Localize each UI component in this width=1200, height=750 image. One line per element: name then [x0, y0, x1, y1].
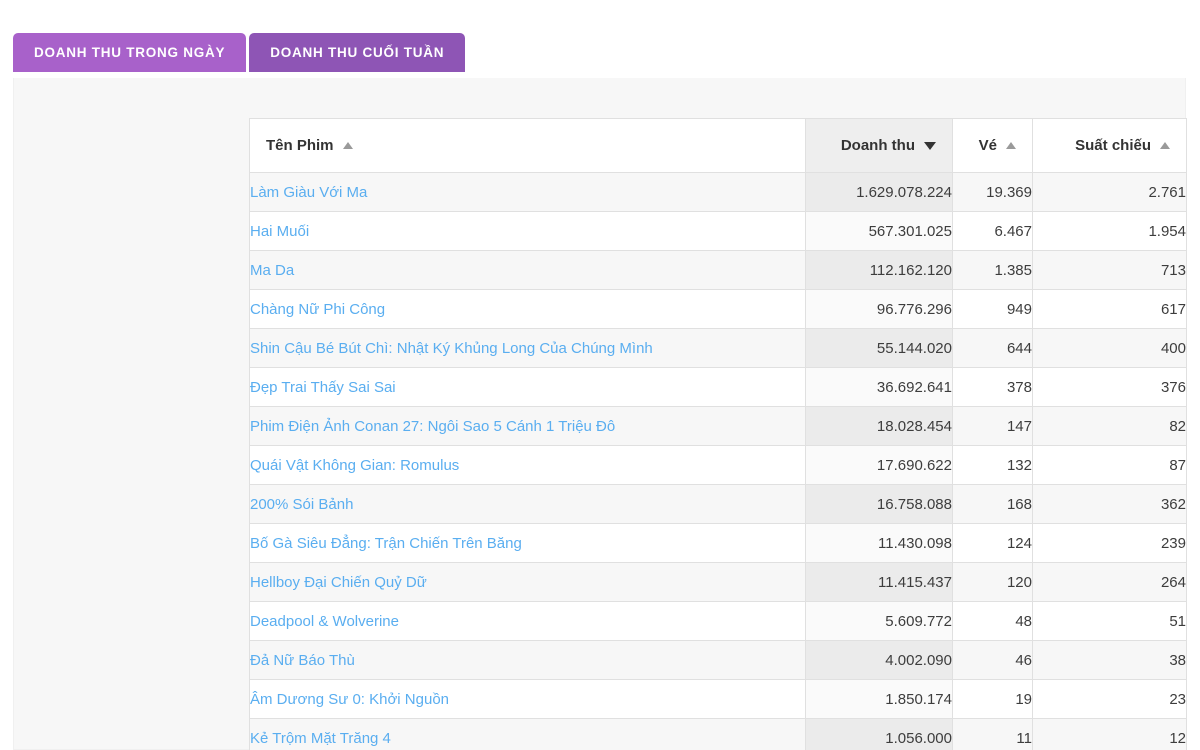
- cell-shows: 2.761: [1032, 172, 1187, 212]
- cell-shows: 51: [1032, 601, 1187, 641]
- cell-shows: 38: [1032, 640, 1187, 680]
- tab-1[interactable]: DOANH THU CUỐI TUẦN: [249, 33, 466, 72]
- revenue-table: Tên Phim Doanh thu Vé Suất chiếu Làm Giàu V…: [249, 118, 1187, 750]
- cell-tickets: 124: [952, 523, 1033, 563]
- cell-movie-name[interactable]: Đả Nữ Báo Thù: [249, 640, 806, 680]
- column-header-label: Doanh thu: [840, 137, 915, 154]
- cell-tickets: 19: [952, 679, 1033, 719]
- cell-movie-name[interactable]: Shin Cậu Bé Bút Chì: Nhật Ký Khủng Long …: [249, 328, 806, 368]
- cell-tickets: 132: [952, 445, 1033, 485]
- column-header-2[interactable]: Vé: [952, 118, 1033, 173]
- cell-movie-name[interactable]: Đẹp Trai Thấy Sai Sai: [249, 367, 806, 407]
- cell-revenue: 567.301.025: [805, 211, 953, 251]
- cell-movie-name[interactable]: Bố Gà Siêu Đẳng: Trận Chiến Trên Băng: [249, 523, 806, 563]
- table-body: Làm Giàu Với Ma 1.629.078.224 19.369 2.761 H…: [249, 172, 1187, 750]
- cell-movie-name[interactable]: Hai Muối: [249, 211, 806, 251]
- table-row[interactable]: Ma Da 112.162.120 1.385 713: [249, 250, 1187, 290]
- table-row[interactable]: Đả Nữ Báo Thù 4.002.090 46 38: [249, 640, 1187, 680]
- cell-revenue: 18.028.454: [805, 406, 953, 446]
- cell-revenue: 16.758.088: [805, 484, 953, 524]
- table-row[interactable]: Âm Dương Sư 0: Khởi Nguồn 1.850.174 19 23: [249, 679, 1187, 719]
- table-header-row: Tên Phim Doanh thu Vé Suất chiếu: [249, 118, 1187, 173]
- cell-movie-name[interactable]: Quái Vật Không Gian: Romulus: [249, 445, 806, 485]
- cell-movie-name[interactable]: Hellboy Đại Chiến Quỷ Dữ: [249, 562, 806, 602]
- cell-shows: 400: [1032, 328, 1187, 368]
- cell-tickets: 120: [952, 562, 1033, 602]
- cell-revenue: 1.629.078.224: [805, 172, 953, 212]
- table-row[interactable]: Làm Giàu Với Ma 1.629.078.224 19.369 2.761: [249, 172, 1187, 212]
- cell-tickets: 11: [952, 718, 1033, 750]
- cell-shows: 239: [1032, 523, 1187, 563]
- cell-tickets: 644: [952, 328, 1033, 368]
- cell-shows: 713: [1032, 250, 1187, 290]
- cell-movie-name[interactable]: Phim Điện Ảnh Conan 27: Ngôi Sao 5 Cánh …: [249, 406, 806, 446]
- cell-revenue: 4.002.090: [805, 640, 953, 680]
- sort-desc-icon[interactable]: [924, 141, 936, 150]
- cell-revenue: 11.415.437: [805, 562, 953, 602]
- table-row[interactable]: Đẹp Trai Thấy Sai Sai 36.692.641 378 376: [249, 367, 1187, 407]
- table-header: Tên Phim Doanh thu Vé Suất chiếu: [249, 118, 1187, 173]
- cell-revenue: 55.144.020: [805, 328, 953, 368]
- cell-tickets: 168: [952, 484, 1033, 524]
- cell-shows: 23: [1032, 679, 1187, 719]
- cell-shows: 362: [1032, 484, 1187, 524]
- cell-movie-name[interactable]: Deadpool & Wolverine: [249, 601, 806, 641]
- cell-revenue: 17.690.622: [805, 445, 953, 485]
- table-row[interactable]: Bố Gà Siêu Đẳng: Trận Chiến Trên Băng 11.…: [249, 523, 1187, 563]
- tab-bar: DOANH THU TRONG NGÀY DOANH THU CUỐI TUẦN: [13, 33, 466, 72]
- cell-tickets: 1.385: [952, 250, 1033, 290]
- cell-revenue: 11.430.098: [805, 523, 953, 563]
- cell-revenue: 96.776.296: [805, 289, 953, 329]
- column-header-label: Suất chiếu: [1075, 137, 1151, 154]
- cell-movie-name[interactable]: Ma Da: [249, 250, 806, 290]
- column-header-0[interactable]: Tên Phim: [249, 118, 806, 173]
- cell-shows: 1.954: [1032, 211, 1187, 251]
- cell-shows: 376: [1032, 367, 1187, 407]
- cell-shows: 264: [1032, 562, 1187, 602]
- table-row[interactable]: 200% Sói Bảnh 16.758.088 168 362: [249, 484, 1187, 524]
- table-row[interactable]: Quái Vật Không Gian: Romulus 17.690.622 13…: [249, 445, 1187, 485]
- cell-movie-name[interactable]: Chàng Nữ Phi Công: [249, 289, 806, 329]
- table-row[interactable]: Shin Cậu Bé Bút Chì: Nhật Ký Khủng Long …: [249, 328, 1187, 368]
- cell-tickets: 46: [952, 640, 1033, 680]
- cell-tickets: 147: [952, 406, 1033, 446]
- cell-revenue: 5.609.772: [805, 601, 953, 641]
- table-row[interactable]: Kẻ Trộm Mặt Trăng 4 1.056.000 11 12: [249, 718, 1187, 750]
- column-header-label: Tên Phim: [266, 137, 334, 154]
- sort-asc-icon[interactable]: [342, 142, 353, 149]
- cell-revenue: 112.162.120: [805, 250, 953, 290]
- table-row[interactable]: Hai Muối 567.301.025 6.467 1.954: [249, 211, 1187, 251]
- column-header-label: Vé: [978, 137, 997, 154]
- table-row[interactable]: Deadpool & Wolverine 5.609.772 48 51: [249, 601, 1187, 641]
- sort-asc-icon[interactable]: [1006, 142, 1016, 149]
- cell-tickets: 48: [952, 601, 1033, 641]
- cell-tickets: 6.467: [952, 211, 1033, 251]
- cell-movie-name[interactable]: Âm Dương Sư 0: Khởi Nguồn: [249, 679, 806, 719]
- column-header-1[interactable]: Doanh thu: [805, 118, 953, 173]
- table-row[interactable]: Chàng Nữ Phi Công 96.776.296 949 617: [249, 289, 1187, 329]
- cell-tickets: 19.369: [952, 172, 1033, 212]
- cell-shows: 87: [1032, 445, 1187, 485]
- table-row[interactable]: Hellboy Đại Chiến Quỷ Dữ 11.415.437 120 264: [249, 562, 1187, 602]
- table-row[interactable]: Phim Điện Ảnh Conan 27: Ngôi Sao 5 Cánh …: [249, 406, 1187, 446]
- cell-revenue: 1.056.000: [805, 718, 953, 750]
- sort-asc-icon[interactable]: [1160, 142, 1170, 149]
- app-root: DOANH THU TRONG NGÀY DOANH THU CUỐI TUẦN …: [0, 0, 1200, 750]
- revenue-table-container: Tên Phim Doanh thu Vé Suất chiếu Làm Giàu V…: [249, 118, 1187, 750]
- column-header-3[interactable]: Suất chiếu: [1032, 118, 1187, 173]
- cell-shows: 82: [1032, 406, 1187, 446]
- cell-shows: 12: [1032, 718, 1187, 750]
- cell-revenue: 1.850.174: [805, 679, 953, 719]
- tab-0[interactable]: DOANH THU TRONG NGÀY: [13, 33, 247, 72]
- cell-tickets: 378: [952, 367, 1033, 407]
- cell-movie-name[interactable]: 200% Sói Bảnh: [249, 484, 806, 524]
- cell-movie-name[interactable]: Làm Giàu Với Ma: [249, 172, 806, 212]
- cell-tickets: 949: [952, 289, 1033, 329]
- cell-revenue: 36.692.641: [805, 367, 953, 407]
- cell-shows: 617: [1032, 289, 1187, 329]
- cell-movie-name[interactable]: Kẻ Trộm Mặt Trăng 4: [249, 718, 806, 750]
